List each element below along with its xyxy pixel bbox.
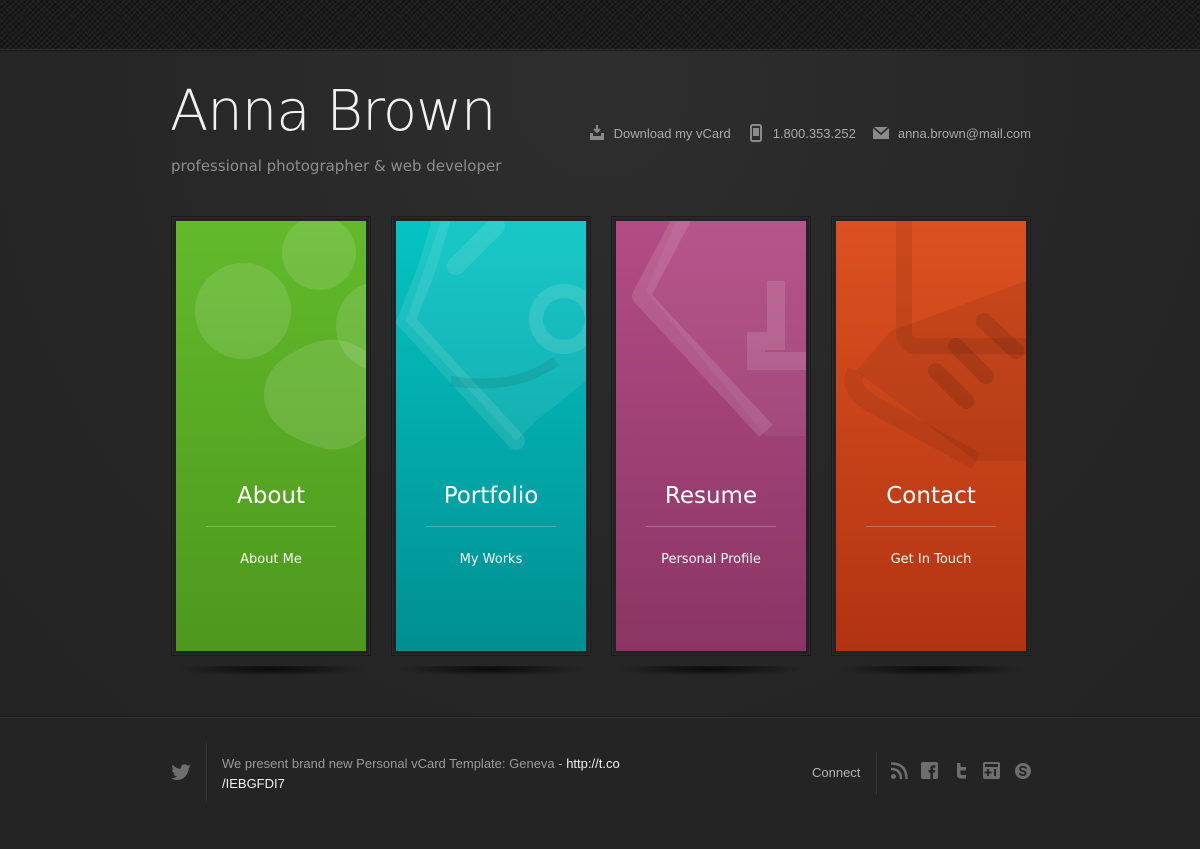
paw-icon <box>195 221 366 450</box>
tile-title-contact: Contact <box>886 483 976 509</box>
connect-divider <box>876 752 877 794</box>
google-plus-icon[interactable] <box>983 762 1001 780</box>
rss-icon[interactable] <box>890 762 908 780</box>
footer-divider <box>206 743 207 801</box>
download-icon <box>588 124 606 142</box>
contact-bar: Download my vCard 1.800.353.252 anna.bro… <box>572 124 1031 142</box>
site-tagline: professional photographer & web develope… <box>171 157 502 175</box>
facebook-icon[interactable] <box>921 762 939 780</box>
skype-icon[interactable] <box>1014 762 1032 780</box>
download-vcard-label: Download my vCard <box>613 125 731 141</box>
tile-shadow <box>396 666 586 676</box>
tile-frame-resume: Resume Personal Profile <box>611 216 811 656</box>
tile-divider <box>646 526 776 527</box>
tag-icon <box>632 221 806 438</box>
mail-icon <box>872 124 890 142</box>
tile-frame-about: About About Me <box>171 216 371 656</box>
tile-contact[interactable]: Contact Get In Touch <box>836 221 1026 651</box>
phone-item: 1.800.353.252 <box>747 124 856 142</box>
download-vcard-link[interactable]: Download my vCard <box>588 124 731 142</box>
email-link[interactable]: anna.brown@mail.com <box>872 124 1031 142</box>
navigation-tiles: About About Me Portfolio My Works Resume… <box>171 216 1031 676</box>
tile-frame-contact: Contact Get In Touch <box>831 216 1031 656</box>
twitter-bird-icon <box>171 764 191 780</box>
tile-divider <box>206 526 336 527</box>
tile-shadow <box>176 666 366 676</box>
tweet-link-part1: http://t.co <box>566 756 620 771</box>
tile-subtitle-resume: Personal Profile <box>661 552 761 567</box>
connect-label: Connect <box>812 765 861 780</box>
tile-frame-portfolio: Portfolio My Works <box>391 216 591 656</box>
phone-handset-icon <box>844 221 1026 469</box>
tile-title-about: About <box>236 483 305 509</box>
tile-shadow <box>836 666 1026 676</box>
tile-about[interactable]: About About Me <box>176 221 366 651</box>
tile-subtitle-about: About Me <box>240 552 302 567</box>
phone-icon <box>747 124 765 142</box>
site-title: Anna Brown <box>170 79 496 144</box>
tweet-body: We present brand new Personal vCard Temp… <box>222 756 567 771</box>
tile-title-portfolio: Portfolio <box>443 483 539 509</box>
twitter-icon[interactable] <box>952 762 970 780</box>
tile-divider <box>866 526 996 527</box>
tile-subtitle-contact: Get In Touch <box>890 552 972 567</box>
header-texture-strip <box>0 0 1200 50</box>
phone-number: 1.800.353.252 <box>772 125 856 141</box>
tile-portfolio[interactable]: Portfolio My Works <box>396 221 586 651</box>
camera-icon <box>396 221 586 450</box>
latest-tweet: We present brand new Personal vCard Temp… <box>222 754 632 794</box>
tile-divider <box>426 526 556 527</box>
tile-resume[interactable]: Resume Personal Profile <box>616 221 806 651</box>
tile-shadow <box>616 666 806 676</box>
tweet-link-part2: /IEBGFDI7 <box>222 776 285 791</box>
email-address: anna.brown@mail.com <box>897 125 1031 141</box>
tile-title-resume: Resume <box>664 483 758 509</box>
tile-subtitle-portfolio: My Works <box>459 552 523 567</box>
